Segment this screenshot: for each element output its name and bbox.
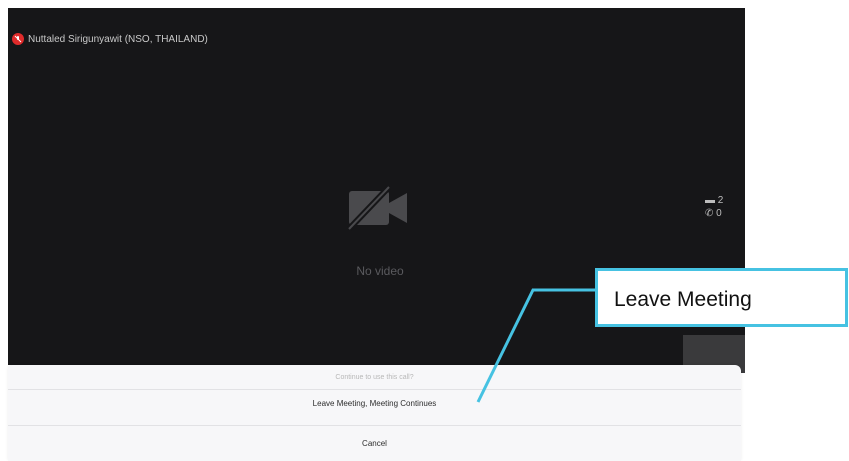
leave-action-sheet: Continue to use this call? Leave Meeting… xyxy=(8,365,741,461)
active-speaker-label: Nuttaled Sirigunyawit (NSO, THAILAND) xyxy=(12,33,208,45)
participants-icon: ▬ xyxy=(705,195,715,206)
mic-muted-icon xyxy=(12,33,24,45)
no-video-label: No video xyxy=(356,264,404,278)
leave-meeting-button[interactable]: Leave Meeting, Meeting Continues xyxy=(8,399,741,408)
speaker-name-text: Nuttaled Sirigunyawit (NSO, THAILAND) xyxy=(28,33,208,45)
phone-icon: ✆ xyxy=(705,208,714,219)
divider xyxy=(8,389,741,390)
sheet-prompt: Continue to use this call? xyxy=(335,374,414,381)
participant-count: 2 xyxy=(717,195,724,206)
camera-off-icon xyxy=(346,184,407,232)
callout-text: Leave Meeting xyxy=(614,288,752,311)
cancel-button[interactable]: Cancel xyxy=(8,439,741,448)
participant-counts: ▬ 2 ✆ 0 xyxy=(705,194,723,220)
phone-count: 0 xyxy=(716,208,722,219)
callout-box: Leave Meeting xyxy=(595,268,848,327)
divider xyxy=(8,425,741,426)
